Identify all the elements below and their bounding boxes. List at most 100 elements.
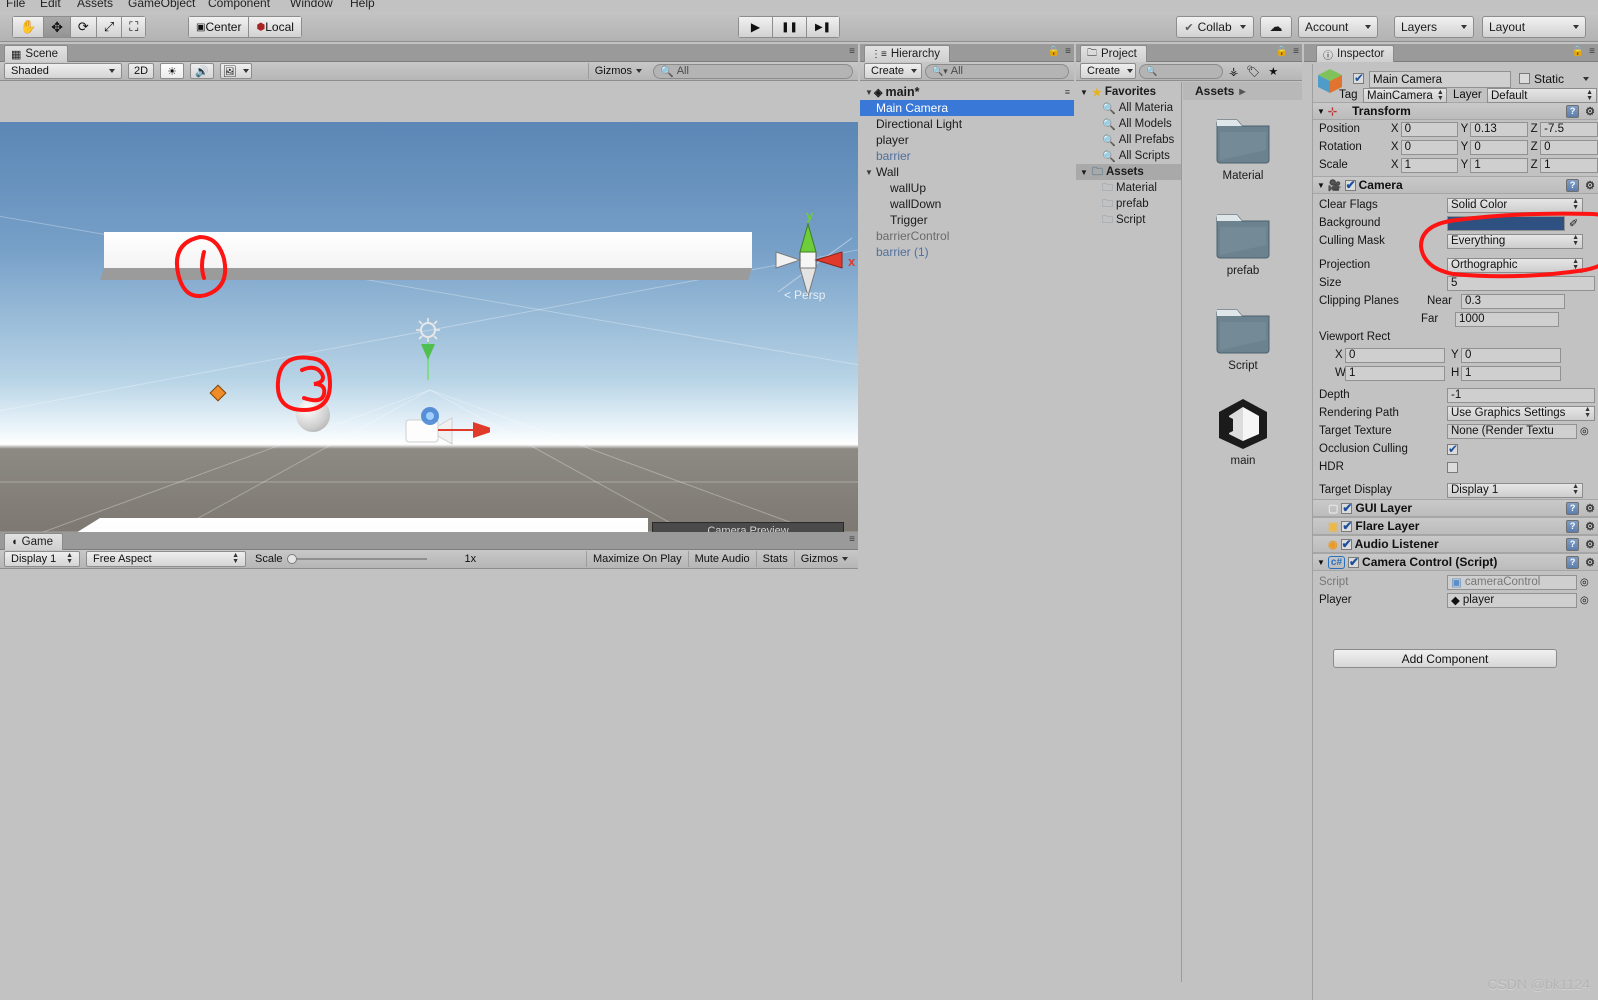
tab-scene[interactable]: ▦ Scene — [4, 45, 69, 62]
background-color-swatch[interactable] — [1447, 215, 1565, 231]
game-menu-icon[interactable]: ≡ — [849, 534, 855, 545]
far-input[interactable]: 1000 — [1455, 311, 1559, 327]
menu-item-gameobject[interactable]: GameObject — [128, 0, 195, 10]
chevron-down-icon[interactable]: ▼ — [1079, 88, 1089, 97]
account-button[interactable]: Account — [1298, 16, 1378, 38]
game-display-dropdown[interactable]: Display 1 ▲ ▼ — [4, 551, 80, 567]
inspector-menu-icon[interactable]: ≡ — [1589, 46, 1595, 57]
hierarchy-scene-menu-icon[interactable]: ≡ — [1065, 87, 1070, 97]
filter-by-label-icon[interactable]: 🏷 — [1246, 65, 1260, 78]
occlusion-culling-checkbox[interactable] — [1447, 442, 1458, 456]
project-tree-item-assets[interactable]: ▼ 🗀 Assets — [1076, 164, 1181, 180]
asset-item-main[interactable]: main — [1211, 393, 1275, 467]
step-button[interactable]: ▶❚ — [806, 16, 840, 38]
menu-item-file[interactable]: File — [6, 0, 25, 10]
transform-position-y-input[interactable]: 0.13 — [1470, 121, 1529, 137]
image-icon[interactable]: 🖼 — [220, 63, 252, 79]
component-header-gui-layer[interactable]: ▢ GUI Layer? ⚙ — [1313, 499, 1598, 517]
game-stats-toggle[interactable]: Stats — [755, 551, 794, 567]
target-display-dropdown[interactable]: Display 1 ▲ ▼ — [1447, 482, 1583, 498]
help-icon[interactable]: ? — [1566, 519, 1580, 533]
component-enabled-checkbox[interactable] — [1341, 519, 1352, 533]
culling-mask-dropdown[interactable]: Everything ▲ ▼ — [1447, 233, 1583, 249]
asset-item-prefab[interactable]: prefab — [1211, 203, 1275, 277]
transform-rotation-x-input[interactable]: 0 — [1400, 139, 1459, 155]
gear-icon[interactable]: ⚙ — [1585, 556, 1595, 569]
gear-icon[interactable]: ⚙ — [1585, 502, 1595, 515]
tag-dropdown[interactable]: MainCamera ▲ ▼ — [1363, 88, 1447, 103]
layers-button[interactable]: Layers — [1394, 16, 1474, 38]
help-icon[interactable]: ? — [1566, 104, 1580, 118]
move-tool-icon[interactable]: ✥ — [43, 16, 70, 38]
project-breadcrumb[interactable]: Assets ▶ — [1183, 82, 1302, 100]
hdr-checkbox[interactable] — [1447, 461, 1458, 473]
asset-item-material[interactable]: Material — [1211, 108, 1275, 182]
gear-icon[interactable]: ⚙ — [1585, 179, 1595, 192]
hierarchy-menu-icon[interactable]: ≡ — [1065, 46, 1071, 57]
hierarchy-item-trigger[interactable]: Trigger — [860, 212, 1074, 228]
rect-tool-icon[interactable]: ⛶ — [121, 16, 147, 38]
help-icon[interactable]: ? — [1566, 555, 1580, 569]
directional-light-gizmo[interactable] — [400, 318, 460, 388]
hierarchy-item-barriercontrol[interactable]: barrierControl — [860, 228, 1074, 244]
script-field-value[interactable]: ▣ cameraControl — [1447, 574, 1577, 590]
project-tree-item-all-prefabs[interactable]: 🔍 All Prefabs — [1076, 132, 1181, 148]
projection-dropdown[interactable]: Orthographic ▲ ▼ — [1447, 257, 1583, 273]
hand-tool-icon[interactable]: ✋ — [12, 16, 44, 38]
project-tree-item-prefab[interactable]: 🗀 prefab — [1076, 196, 1181, 212]
near-input[interactable]: 0.3 — [1461, 293, 1565, 309]
transform-scale-z-input[interactable]: 1 — [1540, 157, 1598, 173]
tab-hierarchy[interactable]: ⋮≡ Hierarchy — [864, 45, 951, 62]
component-header-camera[interactable]: ▼ 🎥 Camera ? ⚙ — [1313, 176, 1598, 194]
hierarchy-item-player[interactable]: player — [860, 132, 1074, 148]
transform-rotation-y-input[interactable]: 0 — [1470, 139, 1529, 155]
camera-enabled-checkbox[interactable] — [1344, 178, 1356, 192]
component-header-audio-listener[interactable]: ◉ Audio Listener? ⚙ — [1313, 535, 1598, 553]
scene-camera-gizmo[interactable] — [400, 404, 490, 464]
clear-flags-dropdown[interactable]: Solid Color ▲ ▼ — [1447, 197, 1583, 213]
player-field-value[interactable]: ◆ player — [1447, 592, 1577, 608]
game-maximize-toggle[interactable]: Maximize On Play — [585, 551, 688, 567]
viewport-x-input[interactable]: 0 — [1345, 347, 1445, 363]
viewport-h-input[interactable]: 1 — [1461, 365, 1561, 381]
lock-icon[interactable]: 🔒 — [1276, 46, 1288, 57]
viewport-w-input[interactable]: 1 — [1345, 365, 1445, 381]
tab-project[interactable]: 🗀 Project — [1080, 45, 1147, 62]
object-picker-icon[interactable]: ◎ — [1580, 426, 1589, 437]
tab-inspector[interactable]: ⓘ Inspector — [1316, 45, 1395, 62]
rendering-path-dropdown[interactable]: Use Graphics Settings ▲ ▼ — [1447, 405, 1595, 421]
gear-icon[interactable]: ⚙ — [1585, 538, 1595, 551]
hierarchy-scene-root[interactable]: ▼ ◈ main* ≡ — [860, 84, 1074, 100]
component-header-transform[interactable]: ▼ ⊹ Transform ? ⚙ — [1313, 102, 1598, 120]
scene-menu-icon[interactable]: ≡ — [849, 46, 855, 57]
size-input[interactable]: 5 — [1447, 275, 1595, 291]
game-mute-toggle[interactable]: Mute Audio — [687, 551, 756, 567]
game-gizmos-dropdown[interactable]: Gizmos — [793, 551, 858, 567]
menu-item-window[interactable]: Window — [290, 0, 333, 10]
component-enabled-checkbox[interactable] — [1340, 537, 1352, 551]
scene-gizmos-dropdown[interactable]: Gizmos — [587, 63, 648, 79]
target-texture-field[interactable]: None (Render Textu — [1447, 423, 1577, 439]
scene-persp-label[interactable]: < Persp — [784, 288, 825, 302]
menu-item-help[interactable]: Help — [350, 0, 375, 10]
scene-viewport[interactable]: y x < Persp Camera Preview — [0, 122, 858, 576]
pivot-mode-button[interactable]: ▣ Center — [188, 16, 249, 38]
game-scale-slider[interactable]: Scale 1x — [255, 553, 476, 565]
transform-position-x-input[interactable]: 0 — [1400, 121, 1459, 137]
favorite-star-icon[interactable]: ★ — [1268, 65, 1278, 78]
hierarchy-item-barrier[interactable]: barrier — [860, 148, 1074, 164]
asset-item-script[interactable]: Script — [1211, 298, 1275, 372]
hierarchy-item-barrier-1[interactable]: barrier (1) — [860, 244, 1074, 260]
game-aspect-dropdown[interactable]: Free Aspect ▲ ▼ — [86, 551, 246, 567]
sun-icon[interactable]: ☀ — [160, 63, 184, 79]
menu-item-component[interactable]: Component — [208, 0, 270, 10]
chevron-down-icon[interactable]: ▼ — [1317, 181, 1325, 190]
project-search-input[interactable]: 🔍 — [1139, 63, 1223, 79]
transform-position-z-input[interactable]: -7.5 — [1540, 121, 1598, 137]
scale-tool-icon[interactable]: ⤢ — [95, 16, 122, 38]
hierarchy-item-walldown[interactable]: wallDown — [860, 196, 1074, 212]
menu-item-edit[interactable]: Edit — [40, 0, 61, 10]
depth-input[interactable]: -1 — [1447, 387, 1595, 403]
help-icon[interactable]: ? — [1566, 537, 1580, 551]
chevron-down-icon[interactable]: ▼ — [1079, 168, 1089, 177]
